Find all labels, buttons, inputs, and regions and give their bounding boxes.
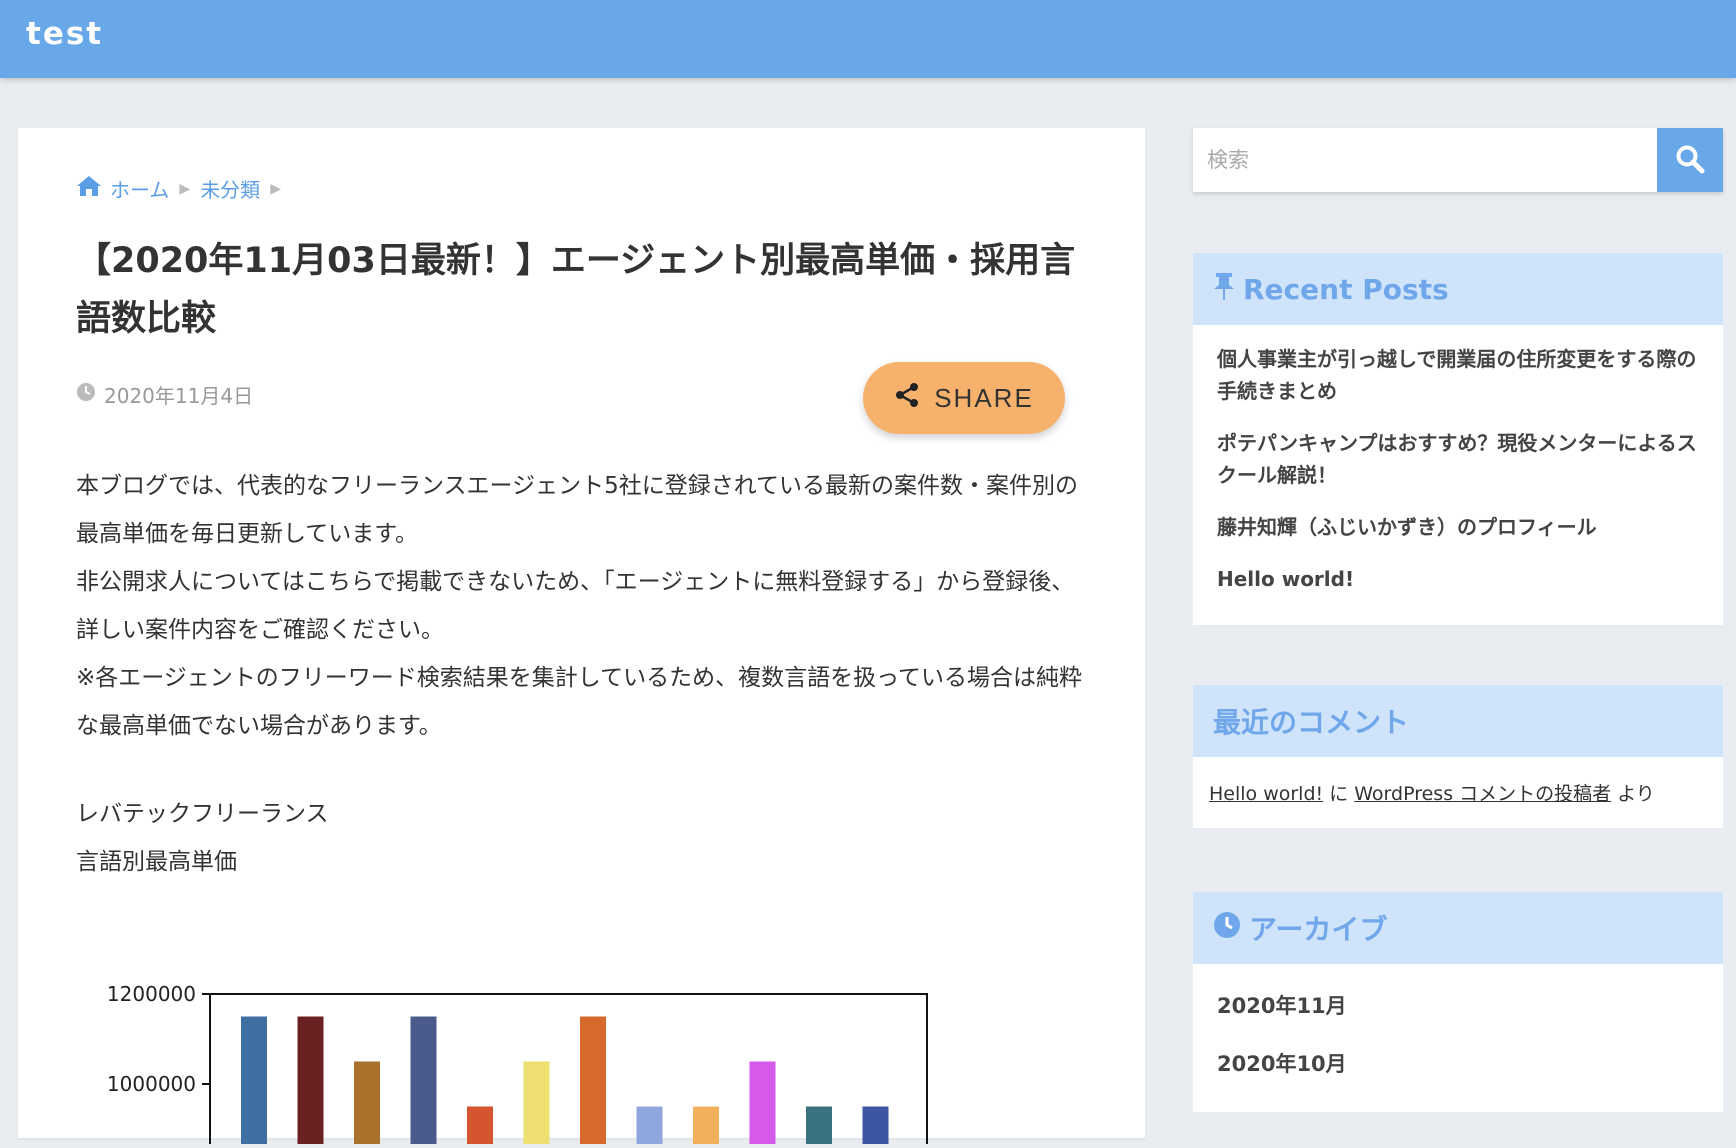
chart-bar [636,1106,663,1148]
section-label: レバテックフリーランス 言語別最高単価 [76,790,329,886]
post-paragraph: 本ブログでは、代表的なフリーランスエージェント5社に登録されている最新の案件数・… [76,473,1079,547]
chart-bar [410,1016,437,1148]
chart-bar [241,1016,267,1148]
comment-post-link[interactable]: Hello world! [1209,783,1323,805]
share-icon [894,382,920,415]
recent-comments-header: 最近のコメント [1193,685,1723,757]
chart-bar [862,1106,889,1148]
breadcrumb-category-link[interactable]: 未分類 [200,174,260,203]
main-content: ホーム ▶ 未分類 ▶ 【2020年11月03日最新！】エージェント別最高単価・… [18,128,1145,1148]
home-icon[interactable] [76,175,102,202]
list-item: 2020年10月 [1217,1048,1699,1078]
list-item: ポテパンキャンプはおすすめ？現役メンターによるスクール解説！ [1217,427,1699,491]
recent-post-link[interactable]: 個人事業主が引っ越しで開業届の住所変更をする際の手続きまとめ [1217,347,1696,403]
list-item: 2020年11月 [1217,990,1699,1020]
recent-posts-list: 個人事業主が引っ越しで開業届の住所変更をする際の手続きまとめ ポテパンキャンプは… [1193,325,1723,625]
recent-comments-title: 最近のコメント [1213,706,1410,739]
archive-link[interactable]: 2020年10月 [1217,1052,1347,1076]
chart-bar [580,1016,606,1148]
chevron-right-icon: ▶ [270,180,281,197]
archives-widget: アーカイブ 2020年11月 2020年10月 [1193,892,1723,1112]
chart-bar [354,1061,380,1148]
comment-suffix: より [1617,783,1655,805]
post-paragraph: 非公開求人についてはこちらで掲載できないため、「エージェントに無料登録する」から… [76,569,1075,643]
breadcrumb: ホーム ▶ 未分類 ▶ [76,174,283,203]
archives-header: アーカイブ [1193,892,1723,964]
chart-bar [297,1016,324,1148]
archive-link[interactable]: 2020年11月 [1217,994,1347,1018]
chart-bar [693,1106,719,1148]
recent-post-link[interactable]: ポテパンキャンプはおすすめ？現役メンターによるスクール解説！ [1217,431,1697,487]
post-date: 2020年11月4日 [76,380,253,409]
list-item: 藤井知輝（ふじいかずき）のプロフィール [1217,511,1699,543]
y-tick-label: 1000000 [107,1072,196,1096]
chart-bar [749,1061,776,1148]
archive-list: 2020年11月 2020年10月 [1193,964,1723,1116]
chart-bar [806,1106,832,1148]
search-form [1193,128,1723,192]
list-item: 個人事業主が引っ越しで開業届の住所変更をする際の手続きまとめ [1217,343,1699,407]
bar-chart: 1200000 1000000 [76,944,936,1148]
recent-post-link[interactable]: Hello world! [1217,567,1354,591]
y-tick-label: 1200000 [107,982,196,1006]
pin-icon [1213,271,1235,308]
site-header: test [0,0,1736,78]
share-label: SHARE [934,382,1034,413]
post-paragraph: ※各エージェントのフリーワード検索結果を集計しているため、複数言語を扱っている場… [76,665,1082,739]
breadcrumb-home-link[interactable]: ホーム [110,174,169,203]
post-date-text: 2020年11月4日 [104,384,254,408]
recent-posts-title: Recent Posts [1243,272,1449,306]
post-title: 【2020年11月03日最新！】エージェント別最高単価・採用言語数比較 [76,241,1076,339]
recent-post-link[interactable]: 藤井知輝（ふじいかずき）のプロフィール [1217,515,1597,539]
search-input[interactable] [1193,128,1657,192]
archives-title: アーカイブ [1249,913,1388,946]
chart-bar [467,1106,493,1148]
search-icon [1675,144,1705,177]
clock-icon [76,382,96,407]
chart-caption: 言語別最高単価 [76,849,237,875]
recent-comments-widget: 最近のコメント Hello world! に WordPress コメントの投稿… [1193,685,1723,828]
clock-icon [1213,911,1241,946]
agent-name: レバテックフリーランス [76,801,329,827]
search-button[interactable] [1657,128,1723,192]
chevron-right-icon: ▶ [179,180,191,197]
site-title-link[interactable]: test [26,16,103,52]
share-button[interactable]: SHARE [863,362,1065,434]
post-body: 本ブログでは、代表的なフリーランスエージェント5社に登録されている最新の案件数・… [76,462,1096,750]
list-item: Hello world! [1217,563,1699,595]
comment-entry: Hello world! に WordPress コメントの投稿者 より [1193,757,1723,828]
chart-bar [523,1061,550,1148]
recent-posts-widget: Recent Posts 個人事業主が引っ越しで開業届の住所変更をする際の手続き… [1193,253,1723,625]
comment-author-link[interactable]: WordPress コメントの投稿者 [1354,783,1611,805]
comment-connector: に [1329,783,1349,805]
recent-posts-header: Recent Posts [1193,253,1723,325]
bar-chart-svg: 1200000 1000000 [107,982,928,1148]
